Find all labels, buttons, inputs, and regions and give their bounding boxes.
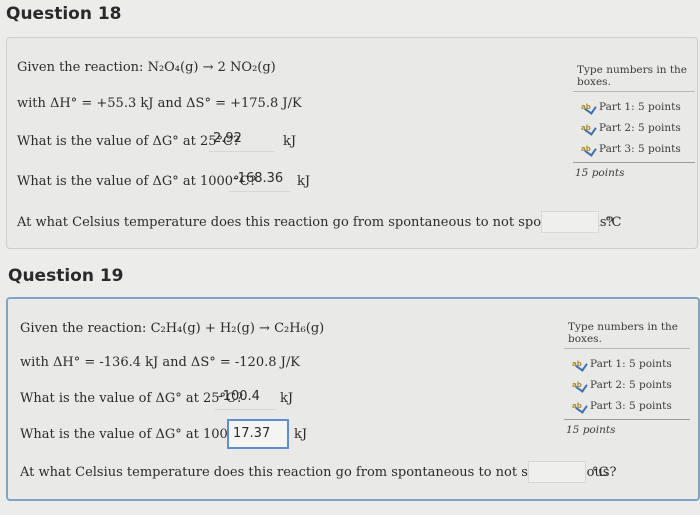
q19-part3-input[interactable] xyxy=(528,461,586,483)
q19-part3-points: ab Part 3: 5 points xyxy=(572,400,672,414)
q18-reaction-equation: N₂O₄(g) → 2 NO₂(g) xyxy=(147,60,276,75)
q18-part2-input[interactable]: -168.36 xyxy=(229,166,291,192)
edit-abc-icon: ab xyxy=(572,379,588,393)
q19-part2-input[interactable]: 17.37 xyxy=(227,419,289,449)
q18-part3-question: At what Celsius temperature does this re… xyxy=(17,215,614,230)
q18-part1-unit: kJ xyxy=(283,134,297,149)
q19-part1-points: ab Part 1: 5 points xyxy=(572,358,672,372)
edit-abc-icon: ab xyxy=(581,122,597,136)
q18-part1-question: What is the value of ΔG° at 25°C? xyxy=(17,134,240,149)
question-18-header: Question 18 xyxy=(6,4,122,24)
question-18-card: Given the reaction: N₂O₄(g) → 2 NO₂(g) w… xyxy=(6,37,698,249)
question-19-card: Given the reaction: C₂H₄(g) + H₂(g) → C₂… xyxy=(6,297,700,501)
q18-thermo: with ΔH° = +55.3 kJ and ΔS° = +175.8 J/K xyxy=(17,96,302,111)
q18-part3-input[interactable] xyxy=(541,211,599,233)
q19-part2-unit: kJ xyxy=(294,427,308,442)
edit-abc-icon: ab xyxy=(572,358,588,372)
q18-part3-points: ab Part 3: 5 points xyxy=(581,143,681,157)
q19-reaction-equation: C₂H₄(g) + H₂(g) → C₂H₆(g) xyxy=(150,321,325,336)
edit-abc-icon: ab xyxy=(581,101,597,115)
q19-part1-unit: kJ xyxy=(280,391,294,406)
q18-part2-question: What is the value of ΔG° at 1000°C? xyxy=(17,174,257,189)
q19-part2-question: What is the value of ΔG° at 1000°C? xyxy=(20,427,260,442)
edit-abc-icon: ab xyxy=(581,143,597,157)
q19-thermo: with ΔH° = -136.4 kJ and ΔS° = -120.8 J/… xyxy=(20,355,300,370)
q19-instructions: Type numbers in the boxes. xyxy=(564,321,690,349)
edit-abc-icon: ab xyxy=(572,400,588,414)
q18-part2-points: ab Part 2: 5 points xyxy=(581,122,681,136)
q19-total-points: 15 points xyxy=(566,424,616,436)
q18-reaction: Given the reaction: N₂O₄(g) → 2 NO₂(g) xyxy=(17,60,276,75)
q19-part3-unit: °C xyxy=(592,465,609,480)
q19-part1-input[interactable]: -100.4 xyxy=(214,384,276,410)
q18-part1-input[interactable]: 2.92 xyxy=(209,126,275,152)
q18-total-points: 15 points xyxy=(575,167,625,179)
q18-instructions: Type numbers in the boxes. xyxy=(573,64,695,92)
q19-points-panel: Type numbers in the boxes. ab Part 1: 5 p… xyxy=(564,321,690,436)
q19-reaction: Given the reaction: C₂H₄(g) + H₂(g) → C₂… xyxy=(20,321,325,336)
question-19-header: Question 19 xyxy=(8,266,124,286)
q18-part2-unit: kJ xyxy=(297,174,311,189)
q18-part3-unit: °C xyxy=(605,215,622,230)
q18-points-panel: Type numbers in the boxes. ab Part 1: 5 p… xyxy=(573,64,695,179)
q18-part1-points: ab Part 1: 5 points xyxy=(581,101,681,115)
q19-part1-question: What is the value of ΔG° at 25°C? xyxy=(20,391,243,406)
q19-part2-points: ab Part 2: 5 points xyxy=(572,379,672,393)
